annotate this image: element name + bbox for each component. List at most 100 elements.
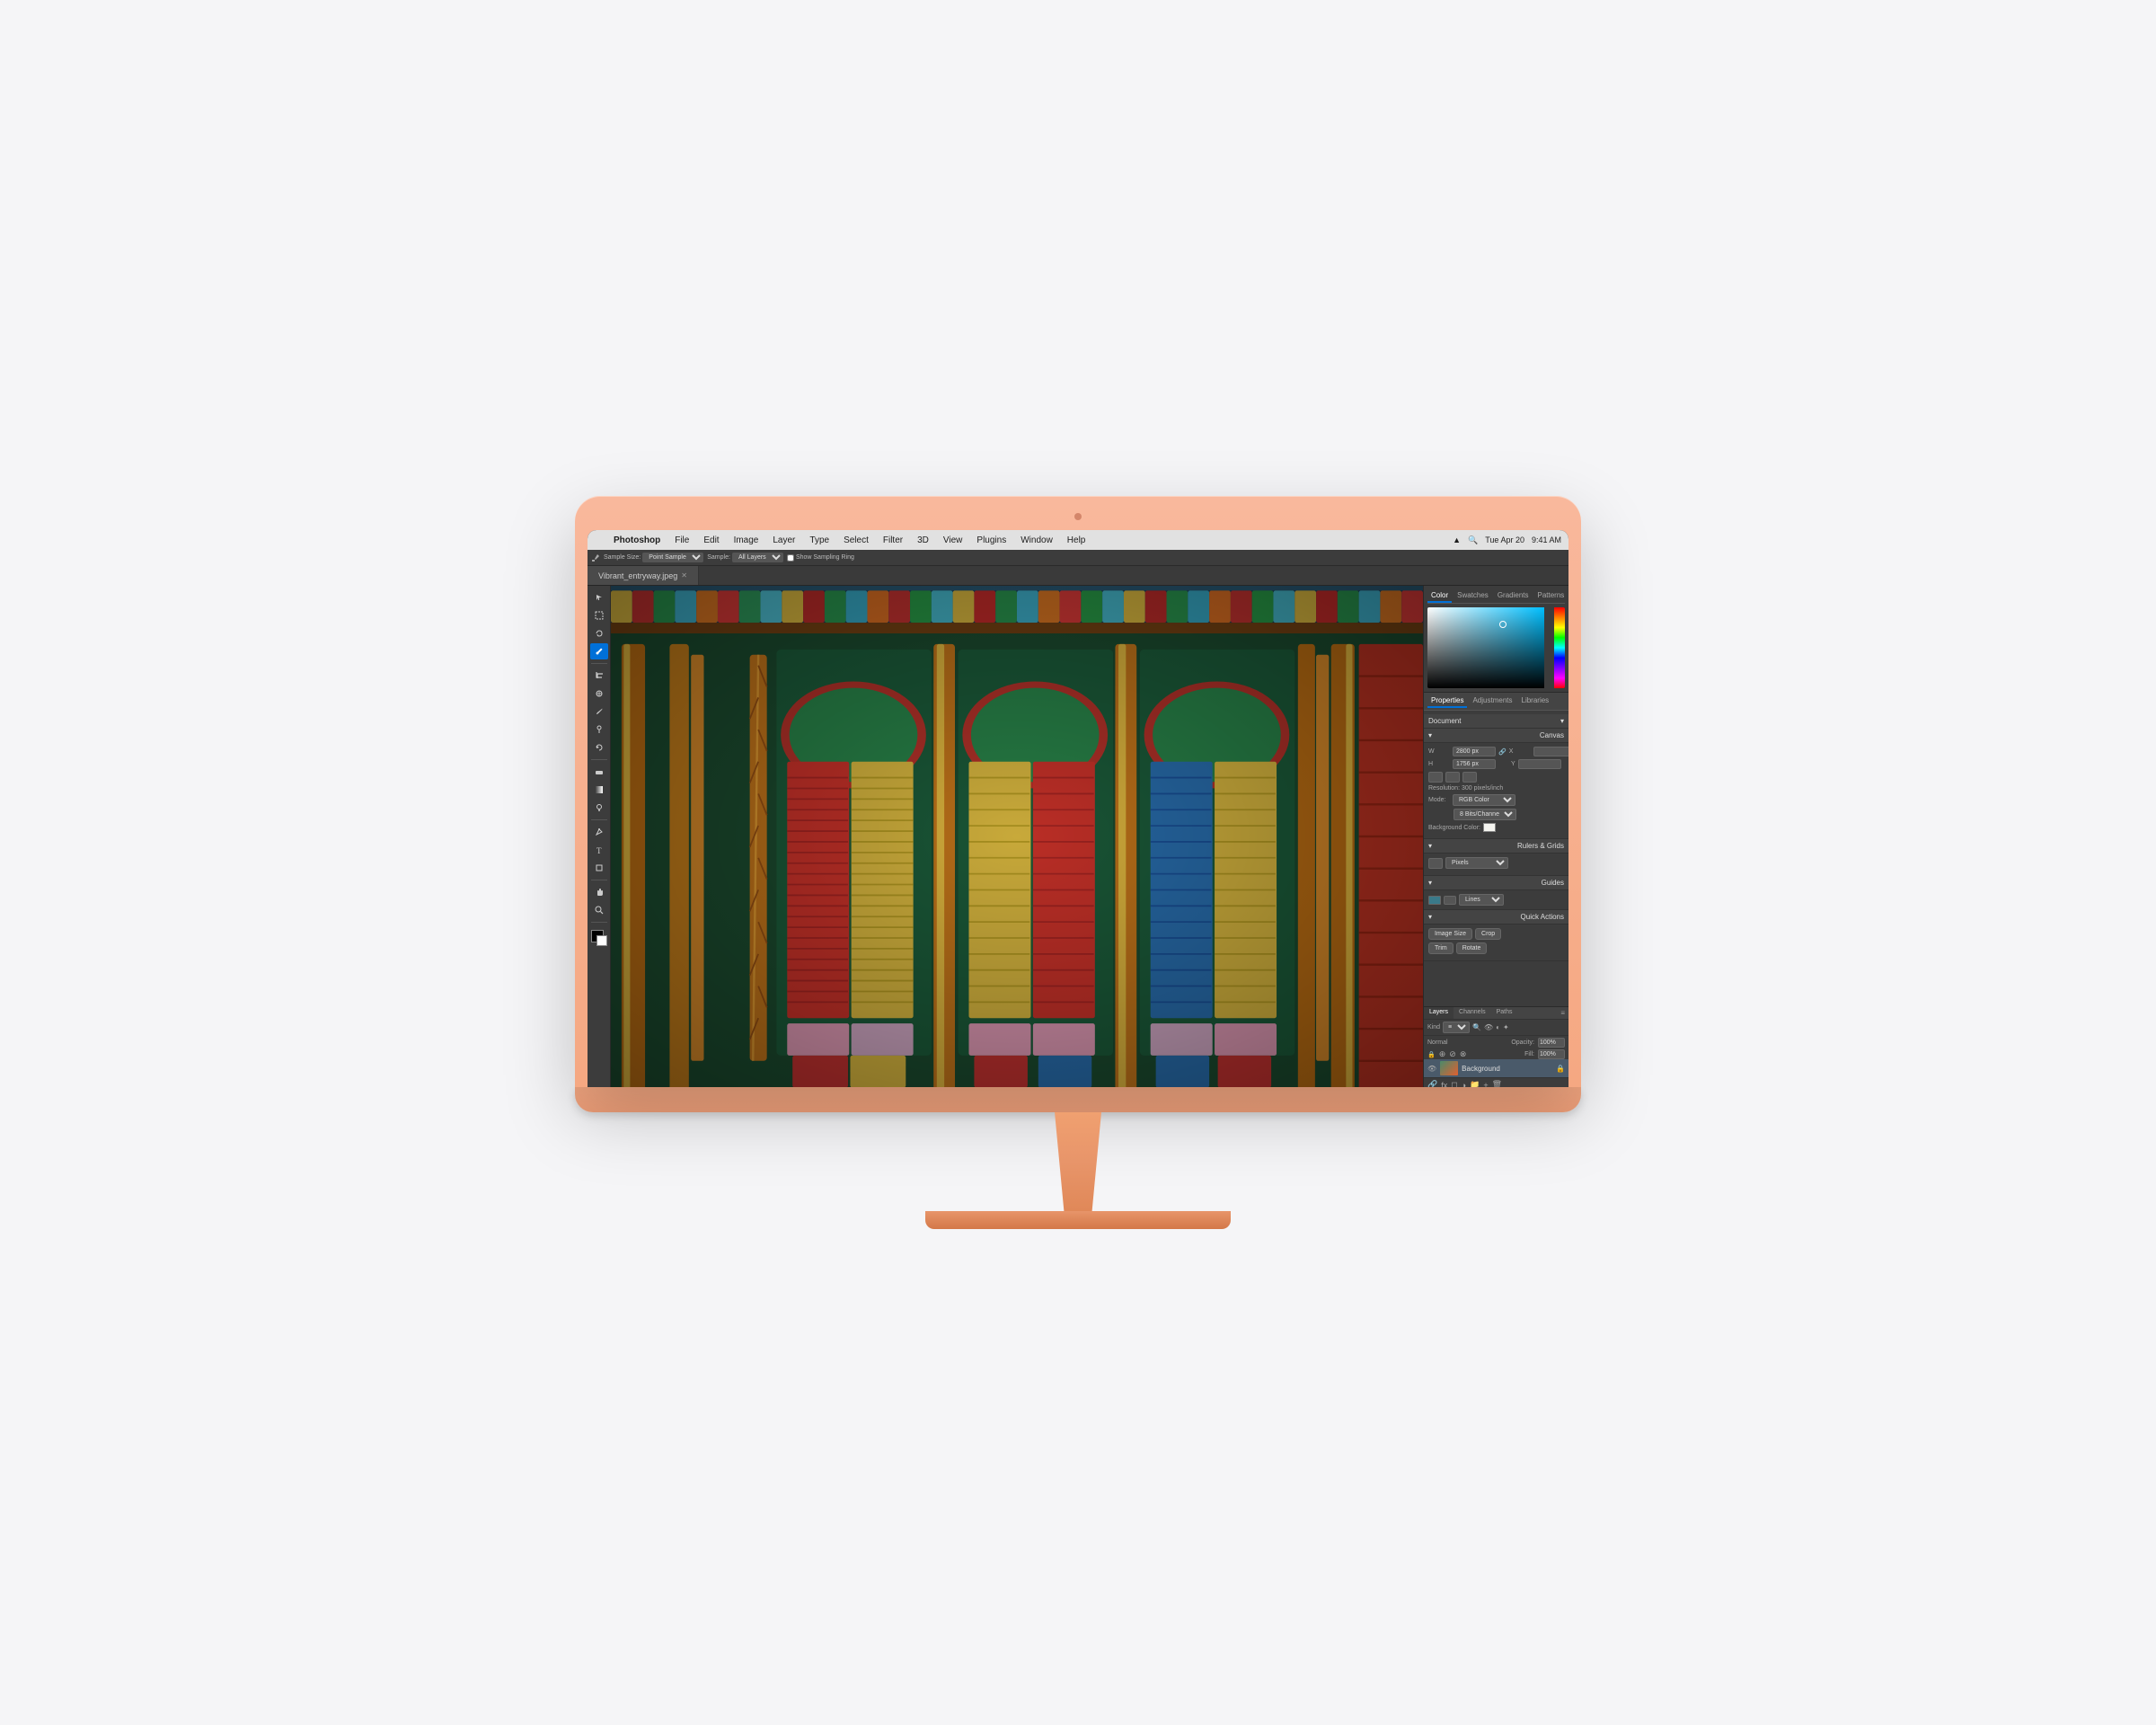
new-layer-icon[interactable]: +: [1483, 1081, 1488, 1088]
canvas-header[interactable]: ▾ Canvas: [1424, 729, 1568, 743]
width-input[interactable]: [1453, 747, 1496, 756]
lasso-tool[interactable]: [590, 625, 608, 641]
gradient-tool[interactable]: [590, 782, 608, 798]
wifi-icon[interactable]: ▲: [1453, 535, 1461, 544]
healing-brush-tool[interactable]: [590, 686, 608, 702]
background-layer[interactable]: 👁 Background 🔒: [1424, 1059, 1568, 1077]
eyedropper-tool[interactable]: [590, 643, 608, 659]
link-icon[interactable]: 🔗: [1498, 748, 1507, 756]
filter-icon[interactable]: 🔍: [1472, 1023, 1481, 1031]
file-tab[interactable]: Vibrant_entryway.jpeg ✕: [588, 566, 699, 585]
history-brush-tool[interactable]: [590, 739, 608, 756]
crop-tool[interactable]: [590, 668, 608, 684]
zoom-tool[interactable]: [590, 902, 608, 918]
ps-canvas-area[interactable]: [611, 586, 1423, 1087]
tab-color[interactable]: Color: [1427, 589, 1452, 603]
color-picker[interactable]: [1427, 607, 1565, 688]
menu-plugins[interactable]: Plugins: [974, 535, 1009, 545]
color-saturation-field[interactable]: [1427, 607, 1544, 688]
color-hue-strip[interactable]: [1554, 607, 1565, 688]
search-icon[interactable]: 🔍: [1468, 535, 1478, 545]
menu-3d[interactable]: 3D: [915, 535, 932, 545]
ruler-icon: [1428, 858, 1443, 869]
rulers-unit-select[interactable]: Pixels: [1445, 857, 1508, 869]
menu-filter[interactable]: Filter: [880, 535, 906, 545]
add-style-icon[interactable]: fx: [1441, 1081, 1447, 1088]
quick-actions-header[interactable]: ▾ Quick Actions: [1424, 910, 1568, 924]
app-name-menu[interactable]: Photoshop: [611, 535, 663, 545]
background-color[interactable]: [596, 935, 607, 946]
time-display: 9:41 AM: [1532, 535, 1561, 544]
guide-style-select[interactable]: Lines: [1459, 894, 1504, 906]
menu-window[interactable]: Window: [1018, 535, 1056, 545]
text-tool[interactable]: T: [590, 842, 608, 858]
menu-select[interactable]: Select: [841, 535, 871, 545]
link-layers-icon[interactable]: 🔗: [1427, 1080, 1437, 1087]
eraser-tool[interactable]: [590, 764, 608, 780]
lock-draw-icon[interactable]: ⊘: [1449, 1049, 1456, 1059]
tab-libraries[interactable]: Libraries: [1518, 694, 1553, 708]
fill-input[interactable]: [1538, 1049, 1565, 1059]
layers-panel-menu-icon[interactable]: ≡: [1557, 1007, 1568, 1019]
add-mask-icon[interactable]: ◻: [1451, 1080, 1457, 1087]
tab-gradients[interactable]: Gradients: [1494, 589, 1533, 603]
tool-divider-5: [591, 922, 607, 923]
close-tab-icon[interactable]: ✕: [681, 571, 687, 579]
menu-file[interactable]: File: [672, 535, 692, 545]
delete-layer-icon[interactable]: 🗑: [1492, 1080, 1502, 1087]
new-group-icon[interactable]: 📁: [1470, 1080, 1480, 1087]
swap-icon[interactable]: [1462, 772, 1477, 783]
shape-tool[interactable]: [590, 860, 608, 876]
menu-help[interactable]: Help: [1065, 535, 1089, 545]
mode-select[interactable]: RGB Color: [1453, 794, 1515, 806]
layer-visibility-icon[interactable]: 👁: [1427, 1065, 1436, 1073]
bg-color-swatch[interactable]: [1483, 823, 1496, 832]
tab-channels[interactable]: Channels: [1454, 1007, 1491, 1019]
document-header[interactable]: Document ▾: [1424, 714, 1568, 729]
tab-layers[interactable]: Layers: [1424, 1007, 1454, 1019]
smart-filter-icon[interactable]: ✦: [1503, 1023, 1509, 1031]
guides-header[interactable]: ▾ Guides: [1424, 876, 1568, 890]
selection-tool[interactable]: [590, 607, 608, 624]
clone-stamp-tool[interactable]: [590, 721, 608, 738]
lock-move-icon[interactable]: ⊕: [1439, 1049, 1446, 1059]
visibility-filter-icon[interactable]: 👁: [1484, 1023, 1493, 1031]
hand-tool[interactable]: [590, 884, 608, 900]
sampling-ring-checkbox[interactable]: [787, 554, 794, 562]
move-tool[interactable]: [590, 589, 608, 606]
lock-all-icon[interactable]: ⊗: [1460, 1049, 1467, 1059]
menu-edit[interactable]: Edit: [701, 535, 721, 545]
portrait-icon[interactable]: [1428, 772, 1443, 783]
adjustment-filter-icon[interactable]: ◐: [1496, 1023, 1500, 1031]
sample-size-select[interactable]: Point Sample: [642, 553, 703, 562]
menu-view[interactable]: View: [941, 535, 966, 545]
tab-patterns[interactable]: Patterns: [1534, 589, 1568, 603]
pen-tool[interactable]: [590, 824, 608, 840]
rulers-grids-header[interactable]: ▾ Rulers & Grids: [1424, 839, 1568, 854]
brush-tool[interactable]: [590, 703, 608, 720]
tab-paths[interactable]: Paths: [1491, 1007, 1518, 1019]
layers-fill-row: 🔒 ⊕ ⊘ ⊗ Fill:: [1424, 1049, 1568, 1059]
opacity-input[interactable]: [1538, 1038, 1565, 1048]
tab-adjustments[interactable]: Adjustments: [1469, 694, 1515, 708]
menu-type[interactable]: Type: [807, 535, 832, 545]
tab-properties[interactable]: Properties: [1427, 694, 1467, 708]
menu-layer[interactable]: Layer: [770, 535, 798, 545]
depth-row: 8 Bits/Channel: [1428, 809, 1564, 820]
depth-select[interactable]: 8 Bits/Channel: [1454, 809, 1516, 820]
trim-button[interactable]: Trim: [1428, 942, 1454, 954]
sample-select[interactable]: All Layers: [732, 553, 783, 562]
image-size-button[interactable]: Image Size: [1428, 928, 1472, 940]
tab-swatches[interactable]: Swatches: [1454, 589, 1492, 603]
landscape-icon[interactable]: [1445, 772, 1460, 783]
crop-button[interactable]: Crop: [1475, 928, 1501, 940]
new-adjustment-icon[interactable]: ◑: [1462, 1081, 1466, 1088]
guide-color-1[interactable]: [1428, 896, 1441, 905]
layer-kind-select[interactable]: ≡: [1443, 1022, 1470, 1033]
menu-image[interactable]: Image: [731, 535, 762, 545]
y-input[interactable]: [1518, 759, 1561, 769]
dodge-tool[interactable]: [590, 800, 608, 816]
x-input[interactable]: [1533, 747, 1568, 756]
height-input[interactable]: [1453, 759, 1496, 769]
rotate-button[interactable]: Rotate: [1456, 942, 1488, 954]
